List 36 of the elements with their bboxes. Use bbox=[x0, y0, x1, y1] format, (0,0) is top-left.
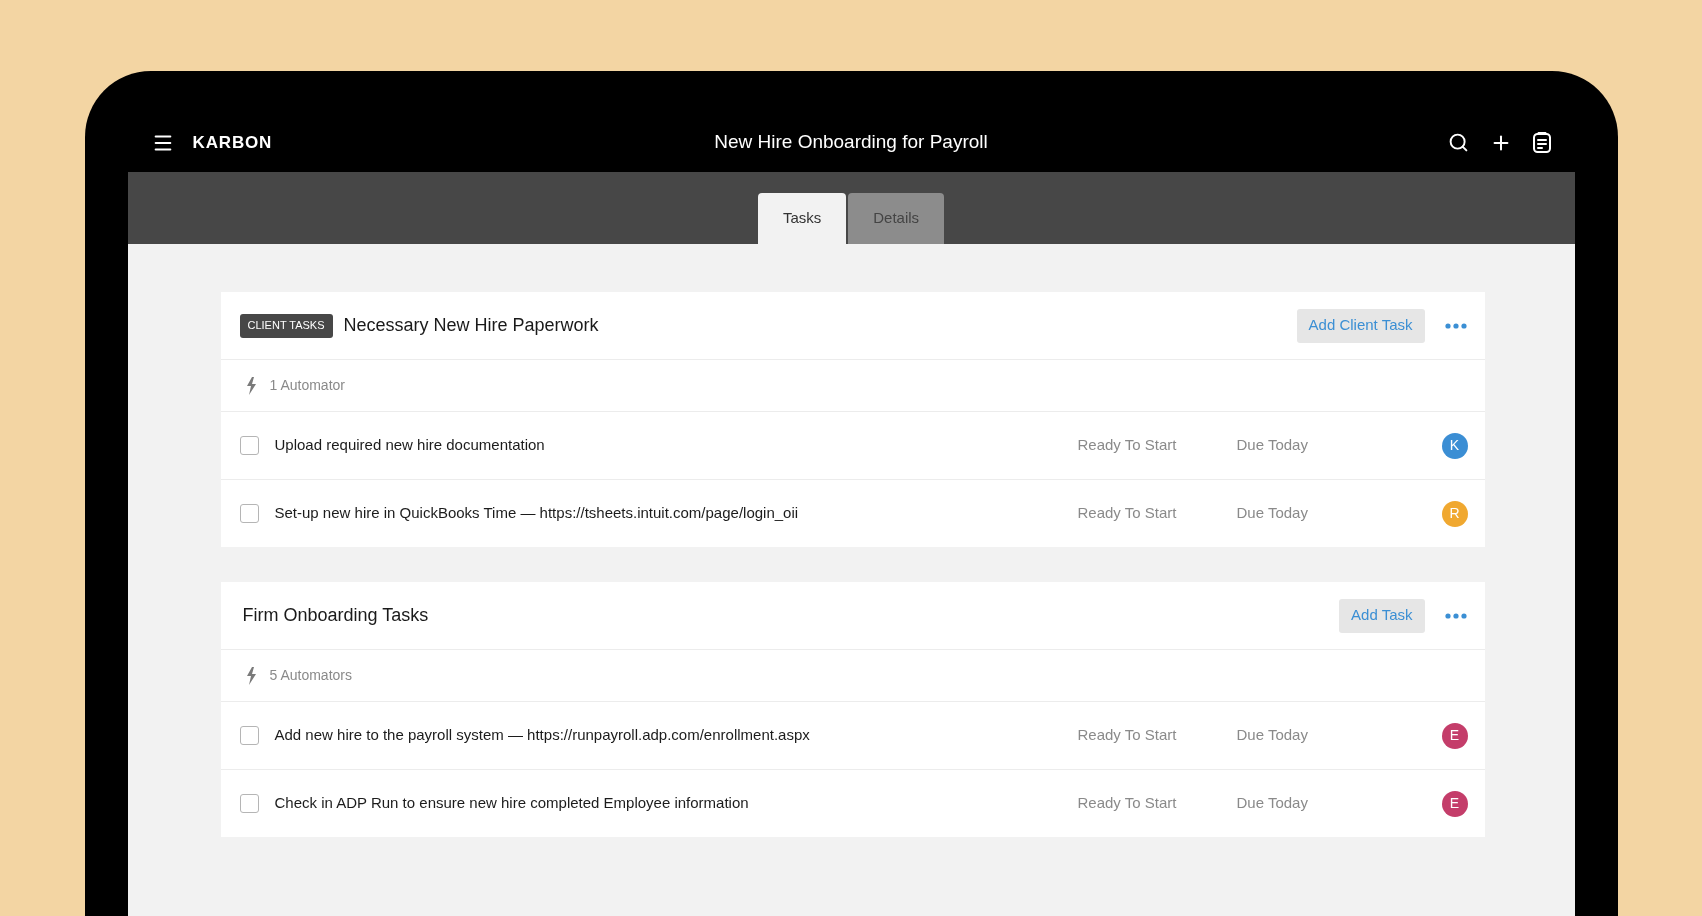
task-title[interactable]: Check in ADP Run to ensure new hire completed Employee information bbox=[274, 792, 1078, 815]
automators-link[interactable]: 1 Automator bbox=[269, 375, 345, 396]
more-icon[interactable] bbox=[1444, 322, 1467, 329]
section-title: Firm Onboarding Tasks bbox=[241, 604, 430, 627]
task-due-date: Due Today bbox=[1236, 725, 1309, 746]
task-status: Ready To Start bbox=[1077, 725, 1178, 746]
task-checkbox[interactable] bbox=[239, 504, 259, 523]
tab[interactable]: Tasks bbox=[757, 193, 847, 244]
assignee-avatar[interactable]: E bbox=[1441, 722, 1468, 749]
task-status: Ready To Start bbox=[1077, 435, 1178, 456]
task-checkbox[interactable] bbox=[239, 726, 259, 745]
task-due-date: Due Today bbox=[1236, 503, 1309, 524]
brand-name[interactable]: KARBON bbox=[192, 129, 273, 156]
client-tasks-tag: CLIENT TASKS bbox=[239, 313, 333, 338]
task-checkbox[interactable] bbox=[239, 436, 259, 455]
task-title[interactable]: Upload required new hire documentation bbox=[274, 434, 1078, 457]
section-title: Necessary New Hire Paperwork bbox=[343, 314, 600, 337]
page-title: New Hire Onboarding for Payroll bbox=[714, 130, 988, 155]
task-checkbox[interactable] bbox=[239, 794, 259, 813]
search-icon[interactable] bbox=[1447, 132, 1469, 153]
assignee-avatar[interactable]: K bbox=[1441, 432, 1468, 459]
task-title[interactable]: Add new hire to the payroll system — https://runpayroll.adp.com/enrollment.aspx bbox=[274, 724, 1078, 747]
note-icon[interactable] bbox=[1532, 132, 1551, 153]
tab[interactable]: Details bbox=[848, 193, 945, 244]
more-icon[interactable] bbox=[1444, 612, 1467, 619]
lightning-icon bbox=[245, 376, 257, 395]
assignee-avatar[interactable]: E bbox=[1441, 790, 1468, 817]
task-due-date: Due Today bbox=[1236, 435, 1309, 456]
task-status: Ready To Start bbox=[1077, 503, 1178, 524]
lightning-icon bbox=[245, 666, 257, 685]
task-title[interactable]: Set-up new hire in QuickBooks Time — https://tsheets.intuit.com/page/login_oii bbox=[274, 502, 1078, 525]
add-task-button[interactable]: Add Task bbox=[1339, 598, 1425, 633]
task-due-date: Due Today bbox=[1236, 793, 1309, 814]
task-status: Ready To Start bbox=[1077, 793, 1178, 814]
add-task-button[interactable]: Add Client Task bbox=[1296, 308, 1425, 343]
automators-link[interactable]: 5 Automators bbox=[269, 665, 352, 686]
